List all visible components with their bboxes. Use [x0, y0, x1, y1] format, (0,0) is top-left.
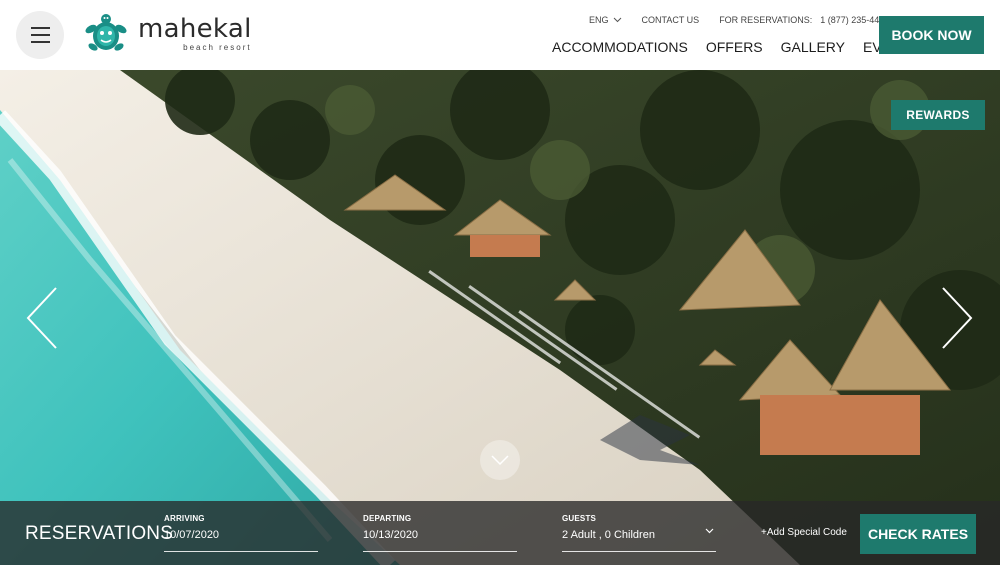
language-selector[interactable]: ENG — [589, 15, 622, 25]
chevron-down-icon — [613, 17, 621, 23]
departing-field[interactable]: DEPARTING 10/13/2020 — [363, 514, 517, 552]
check-rates-button[interactable]: CHECK RATES — [860, 514, 976, 554]
site-header: mahekal beach resort ENG CONTACT US FOR … — [0, 0, 1000, 70]
brand-subtitle: beach resort — [183, 43, 252, 52]
language-label: ENG — [589, 15, 609, 25]
chevron-down-icon — [705, 528, 714, 534]
arriving-field[interactable]: ARRIVING 10/07/2020 — [164, 514, 318, 552]
aerial-beach-photo — [0, 70, 1000, 565]
add-special-code-link[interactable]: +Add Special Code — [761, 527, 847, 538]
utility-bar: ENG CONTACT US FOR RESERVATIONS: 1 (877)… — [589, 15, 889, 25]
reservations-label: FOR RESERVATIONS: — [719, 15, 813, 25]
departing-value: 10/13/2020 — [363, 529, 419, 541]
contact-us-link[interactable]: CONTACT US — [642, 15, 700, 25]
scroll-down-button[interactable] — [480, 440, 520, 480]
arriving-value: 10/07/2020 — [164, 529, 220, 541]
nav-item-offers[interactable]: OFFERS — [706, 39, 763, 55]
rewards-button[interactable]: REWARDS — [891, 100, 985, 130]
guests-value: 2 Adult , 0 Children — [562, 529, 655, 541]
hero-image — [0, 70, 1000, 565]
turtle-logo-icon — [85, 14, 127, 51]
reservation-bar: RESERVATIONS ARRIVING 10/07/2020 DEPARTI… — [0, 501, 1000, 565]
brand-logo[interactable]: mahekal beach resort — [84, 12, 252, 56]
brand-name: mahekal — [138, 14, 252, 44]
arriving-label: ARRIVING — [164, 514, 205, 523]
book-now-button[interactable]: BOOK NOW — [879, 16, 984, 54]
guests-select[interactable]: GUESTS 2 Adult , 0 Children — [562, 514, 716, 552]
reservations-title: RESERVATIONS — [25, 523, 174, 544]
nav-item-gallery[interactable]: GALLERY — [781, 39, 845, 55]
main-nav: ACCOMMODATIONS OFFERS GALLERY EVENTS — [552, 39, 919, 55]
arrow-left-icon[interactable] — [24, 286, 60, 350]
scroll-down-icon — [491, 455, 509, 465]
guests-label: GUESTS — [562, 514, 597, 523]
departing-label: DEPARTING — [363, 514, 412, 523]
arrow-right-icon[interactable] — [939, 286, 975, 350]
hamburger-menu-icon — [30, 27, 50, 29]
hamburger-menu-button[interactable] — [16, 11, 64, 59]
nav-item-accommodations[interactable]: ACCOMMODATIONS — [552, 39, 688, 55]
